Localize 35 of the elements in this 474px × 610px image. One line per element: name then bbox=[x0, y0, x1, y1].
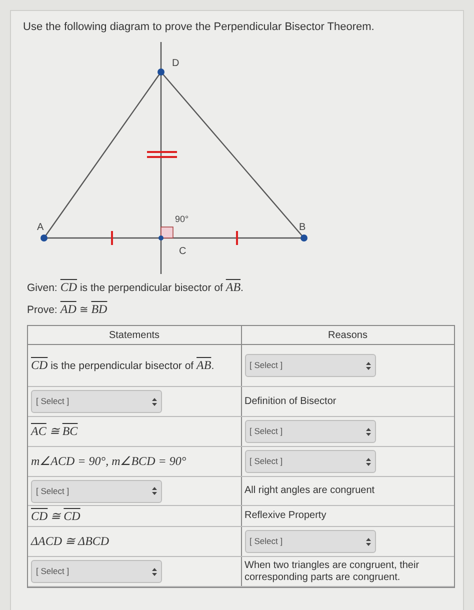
point-label: D bbox=[172, 58, 180, 68]
point-label: C bbox=[179, 246, 186, 256]
prove-text: AD ≅ BD bbox=[60, 301, 108, 318]
reason-text: All right angles are congruent bbox=[244, 485, 375, 497]
reason-text: Definition of Bisector bbox=[244, 396, 336, 408]
angle-label: 90° bbox=[175, 214, 189, 224]
reason-text: Reflexive Property bbox=[244, 510, 326, 522]
prove-label: Prove: bbox=[27, 303, 58, 318]
point-label: A bbox=[37, 222, 44, 232]
updown-caret-icon bbox=[366, 362, 370, 370]
select-dropdown[interactable]: [ Select ] bbox=[244, 420, 376, 443]
updown-caret-icon bbox=[366, 428, 370, 436]
updown-caret-icon bbox=[152, 398, 157, 406]
select-dropdown[interactable]: [ Select ] bbox=[244, 354, 376, 377]
given-label: Given: bbox=[27, 280, 58, 296]
select-dropdown[interactable]: [ Select ] bbox=[244, 530, 376, 553]
statement-text: ΔACD ≅ ΔBCD bbox=[31, 533, 110, 550]
select-dropdown[interactable]: [ Select ] bbox=[31, 480, 162, 502]
statement-text: CD ≅ CD bbox=[31, 508, 80, 525]
select-dropdown[interactable]: [ Select ] bbox=[244, 450, 376, 473]
statement-text: AC ≅ BC bbox=[31, 423, 78, 440]
select-dropdown[interactable]: [ Select ] bbox=[31, 390, 162, 413]
instruction-text: Use the following diagram to prove the Perpendicular Bisector Theorem. bbox=[23, 20, 376, 35]
updown-caret-icon bbox=[152, 487, 157, 495]
select-dropdown[interactable]: [ Select ] bbox=[31, 560, 162, 583]
updown-caret-icon bbox=[152, 568, 157, 576]
reason-text: When two triangles are congruent, their corresponding parts are congruent. bbox=[244, 560, 420, 584]
column-header: Reasons bbox=[327, 328, 368, 342]
statement-text: CD is the perpendicular bisector of AB. bbox=[31, 357, 214, 374]
point-label: B bbox=[299, 222, 306, 232]
statement-text: m∠ACD = 90°, m∠BCD = 90° bbox=[31, 453, 186, 470]
column-header: Statements bbox=[28, 326, 242, 344]
given-text: CD is the perpendicular bisector of AB. bbox=[60, 278, 244, 296]
updown-caret-icon bbox=[366, 458, 370, 466]
updown-caret-icon bbox=[366, 538, 370, 546]
